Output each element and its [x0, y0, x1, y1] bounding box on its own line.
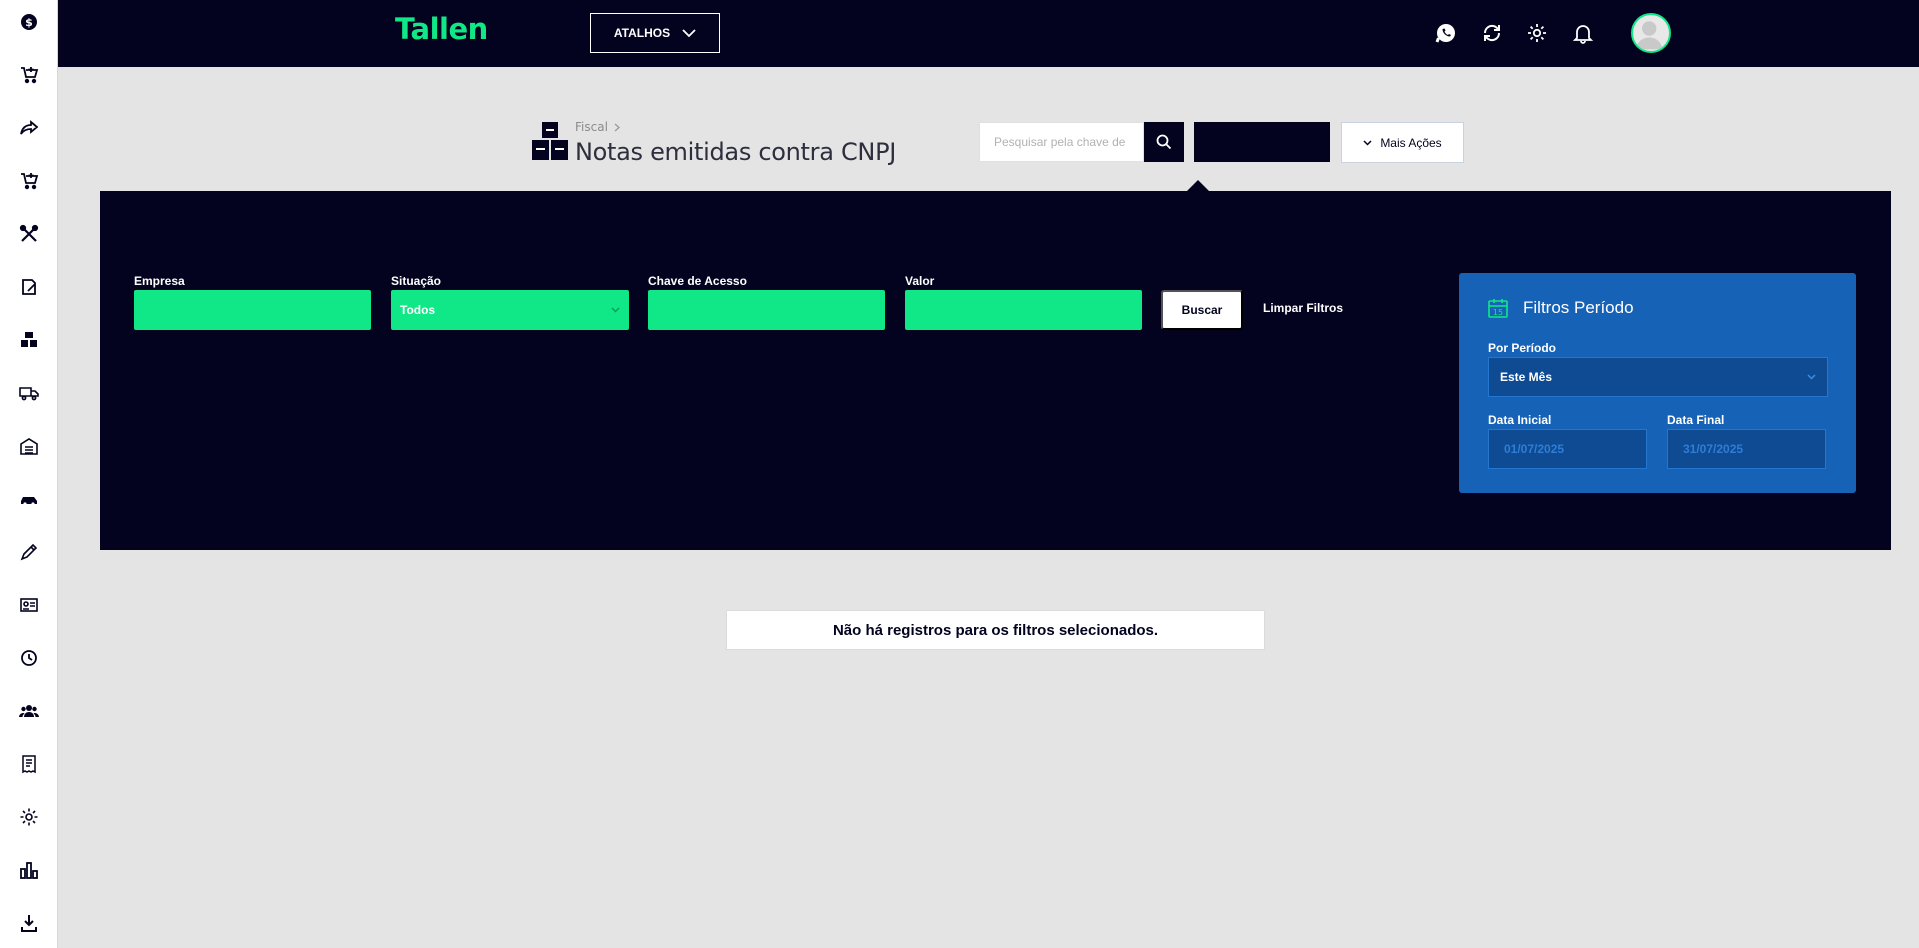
filter-panel: Empresa Situação Todos Chave de Acesso V… [100, 191, 1891, 550]
chave-acesso-label: Chave de Acesso [648, 274, 747, 288]
data-final-label: Data Final [1667, 413, 1725, 427]
chevron-down-icon [1363, 139, 1372, 146]
svg-text:15: 15 [1493, 308, 1503, 317]
more-actions-button[interactable]: Mais Ações [1341, 122, 1464, 163]
search-input[interactable] [979, 122, 1144, 162]
valor-label: Valor [905, 274, 935, 288]
shortcuts-button[interactable]: ATALHOS [590, 13, 720, 53]
page-boxes-icon [532, 122, 568, 160]
por-periodo-select[interactable]: Este Mês [1488, 357, 1828, 397]
chevron-down-icon [611, 307, 620, 313]
shortcuts-label: ATALHOS [613, 26, 671, 40]
boxes-icon[interactable] [14, 325, 44, 355]
id-card-icon[interactable] [14, 590, 44, 620]
breadcrumb-fiscal[interactable]: Fiscal [575, 120, 608, 134]
bell-icon[interactable] [1570, 20, 1596, 46]
situacao-label: Situação [391, 274, 442, 288]
share-arrow-icon[interactable] [14, 113, 44, 143]
top-bar: Tallen ATALHOS [58, 0, 1919, 67]
svg-text:$: $ [25, 16, 33, 29]
empresa-input[interactable] [134, 290, 371, 330]
action-button[interactable] [1194, 122, 1330, 162]
valor-input[interactable] [905, 290, 1142, 330]
receipt-icon[interactable] [14, 749, 44, 779]
empresa-label: Empresa [134, 274, 185, 288]
por-periodo-label: Por Período [1488, 341, 1557, 355]
more-actions-label: Mais Ações [1380, 135, 1442, 150]
calendar-icon: 15 [1488, 299, 1508, 318]
breadcrumb: Fiscal [575, 120, 620, 134]
page-title: Notas emitidas contra CNPJ [575, 138, 897, 166]
chave-acesso-input[interactable] [648, 290, 885, 330]
limpar-filtros-button[interactable]: Limpar Filtros [1263, 301, 1343, 315]
search-button[interactable] [1144, 122, 1184, 162]
car-icon[interactable] [14, 484, 44, 514]
panel-pointer [1187, 180, 1209, 191]
truck-icon[interactable] [14, 378, 44, 408]
data-inicial-label: Data Inicial [1488, 413, 1552, 427]
period-title: Filtros Período [1523, 298, 1634, 317]
users-icon[interactable] [14, 696, 44, 726]
period-filter-card: 15 Filtros Período Por Período Este Mês … [1459, 273, 1856, 493]
pen-ruler-icon[interactable] [14, 537, 44, 567]
avatar[interactable] [1631, 13, 1671, 53]
logo[interactable]: Tallen [395, 12, 488, 46]
whatsapp-icon[interactable] [1433, 20, 1459, 46]
tools-icon[interactable] [14, 219, 44, 249]
chevron-down-icon [1807, 374, 1816, 380]
empty-results-message: Não há registros para os filtros selecio… [726, 610, 1265, 650]
cart-add-icon[interactable] [14, 60, 44, 90]
data-inicial-input[interactable] [1488, 429, 1647, 469]
chevron-down-icon [682, 29, 696, 38]
por-periodo-value: Este Mês [1500, 370, 1553, 384]
dollar-icon[interactable]: $ [14, 7, 44, 37]
chevron-right-icon [614, 123, 620, 131]
bar-chart-icon[interactable] [14, 855, 44, 885]
search-icon [1156, 134, 1172, 150]
buscar-button[interactable]: Buscar [1161, 290, 1243, 330]
gear-icon[interactable] [14, 802, 44, 832]
edit-note-icon[interactable] [14, 272, 44, 302]
clock-history-icon[interactable] [14, 643, 44, 673]
warehouse-icon[interactable] [14, 431, 44, 461]
data-final-input[interactable] [1667, 429, 1826, 469]
situacao-select[interactable]: Todos [391, 290, 629, 330]
cart-add-icon[interactable] [14, 166, 44, 196]
left-sidebar: $ [0, 0, 58, 948]
gear-icon[interactable] [1524, 20, 1550, 46]
situacao-value: Todos [400, 303, 436, 317]
download-icon[interactable] [14, 908, 44, 938]
sync-icon[interactable] [1479, 20, 1505, 46]
